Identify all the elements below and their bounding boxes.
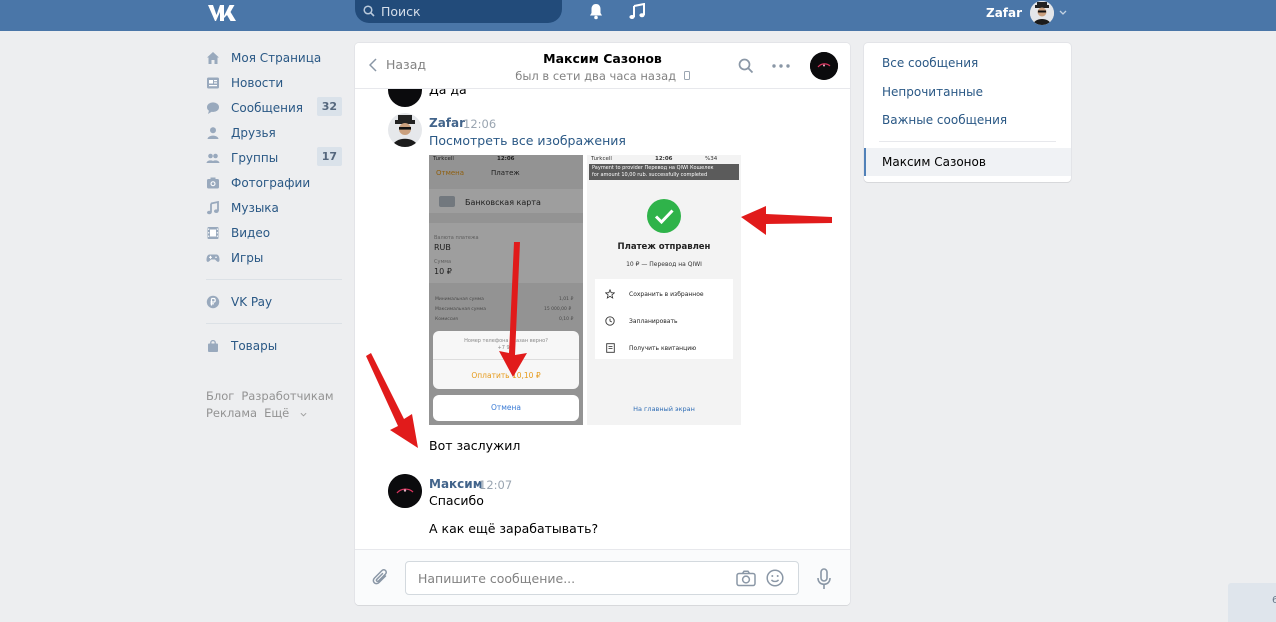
goods-icon	[206, 339, 220, 353]
nav-item-vkpay[interactable]: VK Pay	[206, 289, 342, 314]
music-icon	[206, 200, 220, 215]
footer-more-label: Ещё	[264, 406, 290, 420]
left-nav: Моя Страница Новости Сообщения 32 Друзья…	[206, 45, 342, 422]
chevron-down-icon	[1059, 10, 1067, 15]
nav-item-friends[interactable]: Друзья	[206, 120, 342, 145]
peer-status: был в сети два часа назад	[505, 69, 700, 83]
nav-item-messages[interactable]: Сообщения 32	[206, 95, 342, 120]
filter-important[interactable]: Важные сообщения	[864, 106, 1071, 135]
nav-item-music[interactable]: Музыка	[206, 195, 342, 220]
message-text: Спасибо	[429, 493, 484, 508]
view-all-images-link[interactable]: Посмотреть все изображения	[429, 133, 626, 148]
peer-status-text: был в сети два часа назад	[515, 69, 677, 83]
nav-label: Группы	[231, 150, 279, 165]
nav-label: Игры	[231, 250, 264, 265]
filter-separator	[879, 140, 1056, 142]
nav-label: Моя Страница	[231, 50, 322, 65]
message-text: Да да	[429, 89, 467, 97]
nav-item-news[interactable]: Новости	[206, 70, 342, 95]
filter-unread[interactable]: Непрочитанные	[864, 78, 1071, 107]
nav-item-goods[interactable]: Товары	[206, 333, 342, 358]
red-arrow-down	[499, 242, 527, 377]
photos-icon	[206, 176, 220, 190]
top-bar: Zafar	[0, 0, 1276, 31]
footer-link-more[interactable]: Ещё	[264, 406, 307, 420]
user-avatar	[1030, 0, 1055, 25]
annotation-arrows	[366, 206, 832, 448]
music-note-icon[interactable]	[629, 3, 645, 20]
nav-separator	[206, 279, 342, 280]
nav-item-groups[interactable]: Группы 17	[206, 145, 342, 170]
camera-icon[interactable]	[736, 570, 756, 587]
footer-links: Блог Разработчикам Реклама Ещё	[206, 388, 342, 422]
nav-label: Сообщения	[231, 100, 304, 115]
groups-count-badge: 17	[316, 147, 342, 166]
footer-link-ads[interactable]: Реклама	[206, 406, 257, 420]
messages-count-badge: 32	[316, 97, 342, 116]
mobile-icon	[683, 71, 690, 80]
search-icon[interactable]	[738, 58, 754, 74]
groups-icon	[206, 151, 220, 165]
bell-icon[interactable]	[588, 3, 604, 20]
nav-item-my-page[interactable]: Моя Страница	[206, 45, 342, 70]
message-text: А как ещё зарабатывать?	[429, 521, 599, 536]
more-dots-icon[interactable]	[772, 64, 790, 68]
nav-item-video[interactable]: Видео	[206, 220, 342, 245]
message-input[interactable]	[418, 569, 718, 587]
search-icon	[363, 5, 375, 17]
user-message-avatar[interactable]	[388, 113, 422, 147]
nav-label: Новости	[231, 75, 284, 90]
corner-widget[interactable]: 6	[1228, 583, 1276, 622]
peer-name: Максим Сазонов	[543, 51, 662, 66]
video-icon	[206, 226, 220, 240]
message-input-box[interactable]	[405, 561, 799, 595]
home-icon	[206, 51, 220, 65]
emoji-icon[interactable]	[766, 569, 784, 587]
vk-logo-icon[interactable]	[206, 2, 238, 24]
composer	[355, 549, 850, 605]
red-arrow-right	[741, 206, 832, 235]
chevron-left-icon	[369, 57, 377, 72]
nav-label: Фотографии	[231, 175, 311, 190]
games-icon	[206, 251, 220, 265]
nav-label: Друзья	[231, 125, 276, 140]
peer-info[interactable]: Максим Сазонов был в сети два часа назад	[505, 51, 700, 83]
search-box[interactable]	[355, 0, 562, 23]
user-name: Zafar	[986, 5, 1023, 20]
message-time: 12:07	[479, 478, 513, 492]
nav-item-photos[interactable]: Фотографии	[206, 170, 342, 195]
message-time: 12:06	[463, 117, 497, 131]
nav-label: Видео	[231, 225, 271, 240]
nav-item-games[interactable]: Игры	[206, 245, 342, 270]
filter-all-messages[interactable]: Все сообщения	[864, 49, 1071, 78]
message-author[interactable]: Zafar	[429, 116, 465, 130]
nav-label: Товары	[231, 338, 278, 353]
chevron-down-icon	[300, 412, 307, 417]
friends-icon	[206, 126, 220, 140]
vkpay-icon	[206, 295, 220, 309]
paperclip-icon[interactable]	[372, 568, 390, 588]
peer-message-avatar[interactable]	[388, 474, 422, 508]
chat-header: Назад Максим Сазонов был в сети два часа…	[355, 43, 850, 89]
back-label: Назад	[386, 57, 427, 72]
corner-text: 6	[1272, 595, 1276, 606]
active-conversation[interactable]: Максим Сазонов	[864, 147, 1071, 176]
footer-link-blog[interactable]: Блог	[206, 389, 234, 403]
user-menu[interactable]: Zafar	[986, 0, 1067, 25]
search-input[interactable]	[381, 2, 551, 21]
microphone-icon[interactable]	[816, 568, 832, 590]
messages-icon	[206, 101, 220, 115]
messages-filter-panel: Все сообщения Непрочитанные Важные сообщ…	[864, 43, 1071, 182]
back-button[interactable]: Назад	[369, 57, 426, 72]
nav-label: Музыка	[231, 200, 279, 215]
peer-avatar[interactable]	[810, 52, 838, 80]
message-author[interactable]: Максим	[429, 477, 483, 491]
red-arrow-left	[366, 353, 418, 448]
footer-link-developers[interactable]: Разработчикам	[241, 389, 333, 403]
peer-message-avatar[interactable]	[388, 89, 422, 107]
nav-separator	[206, 323, 342, 324]
news-icon	[206, 76, 220, 90]
nav-label: VK Pay	[231, 294, 273, 309]
